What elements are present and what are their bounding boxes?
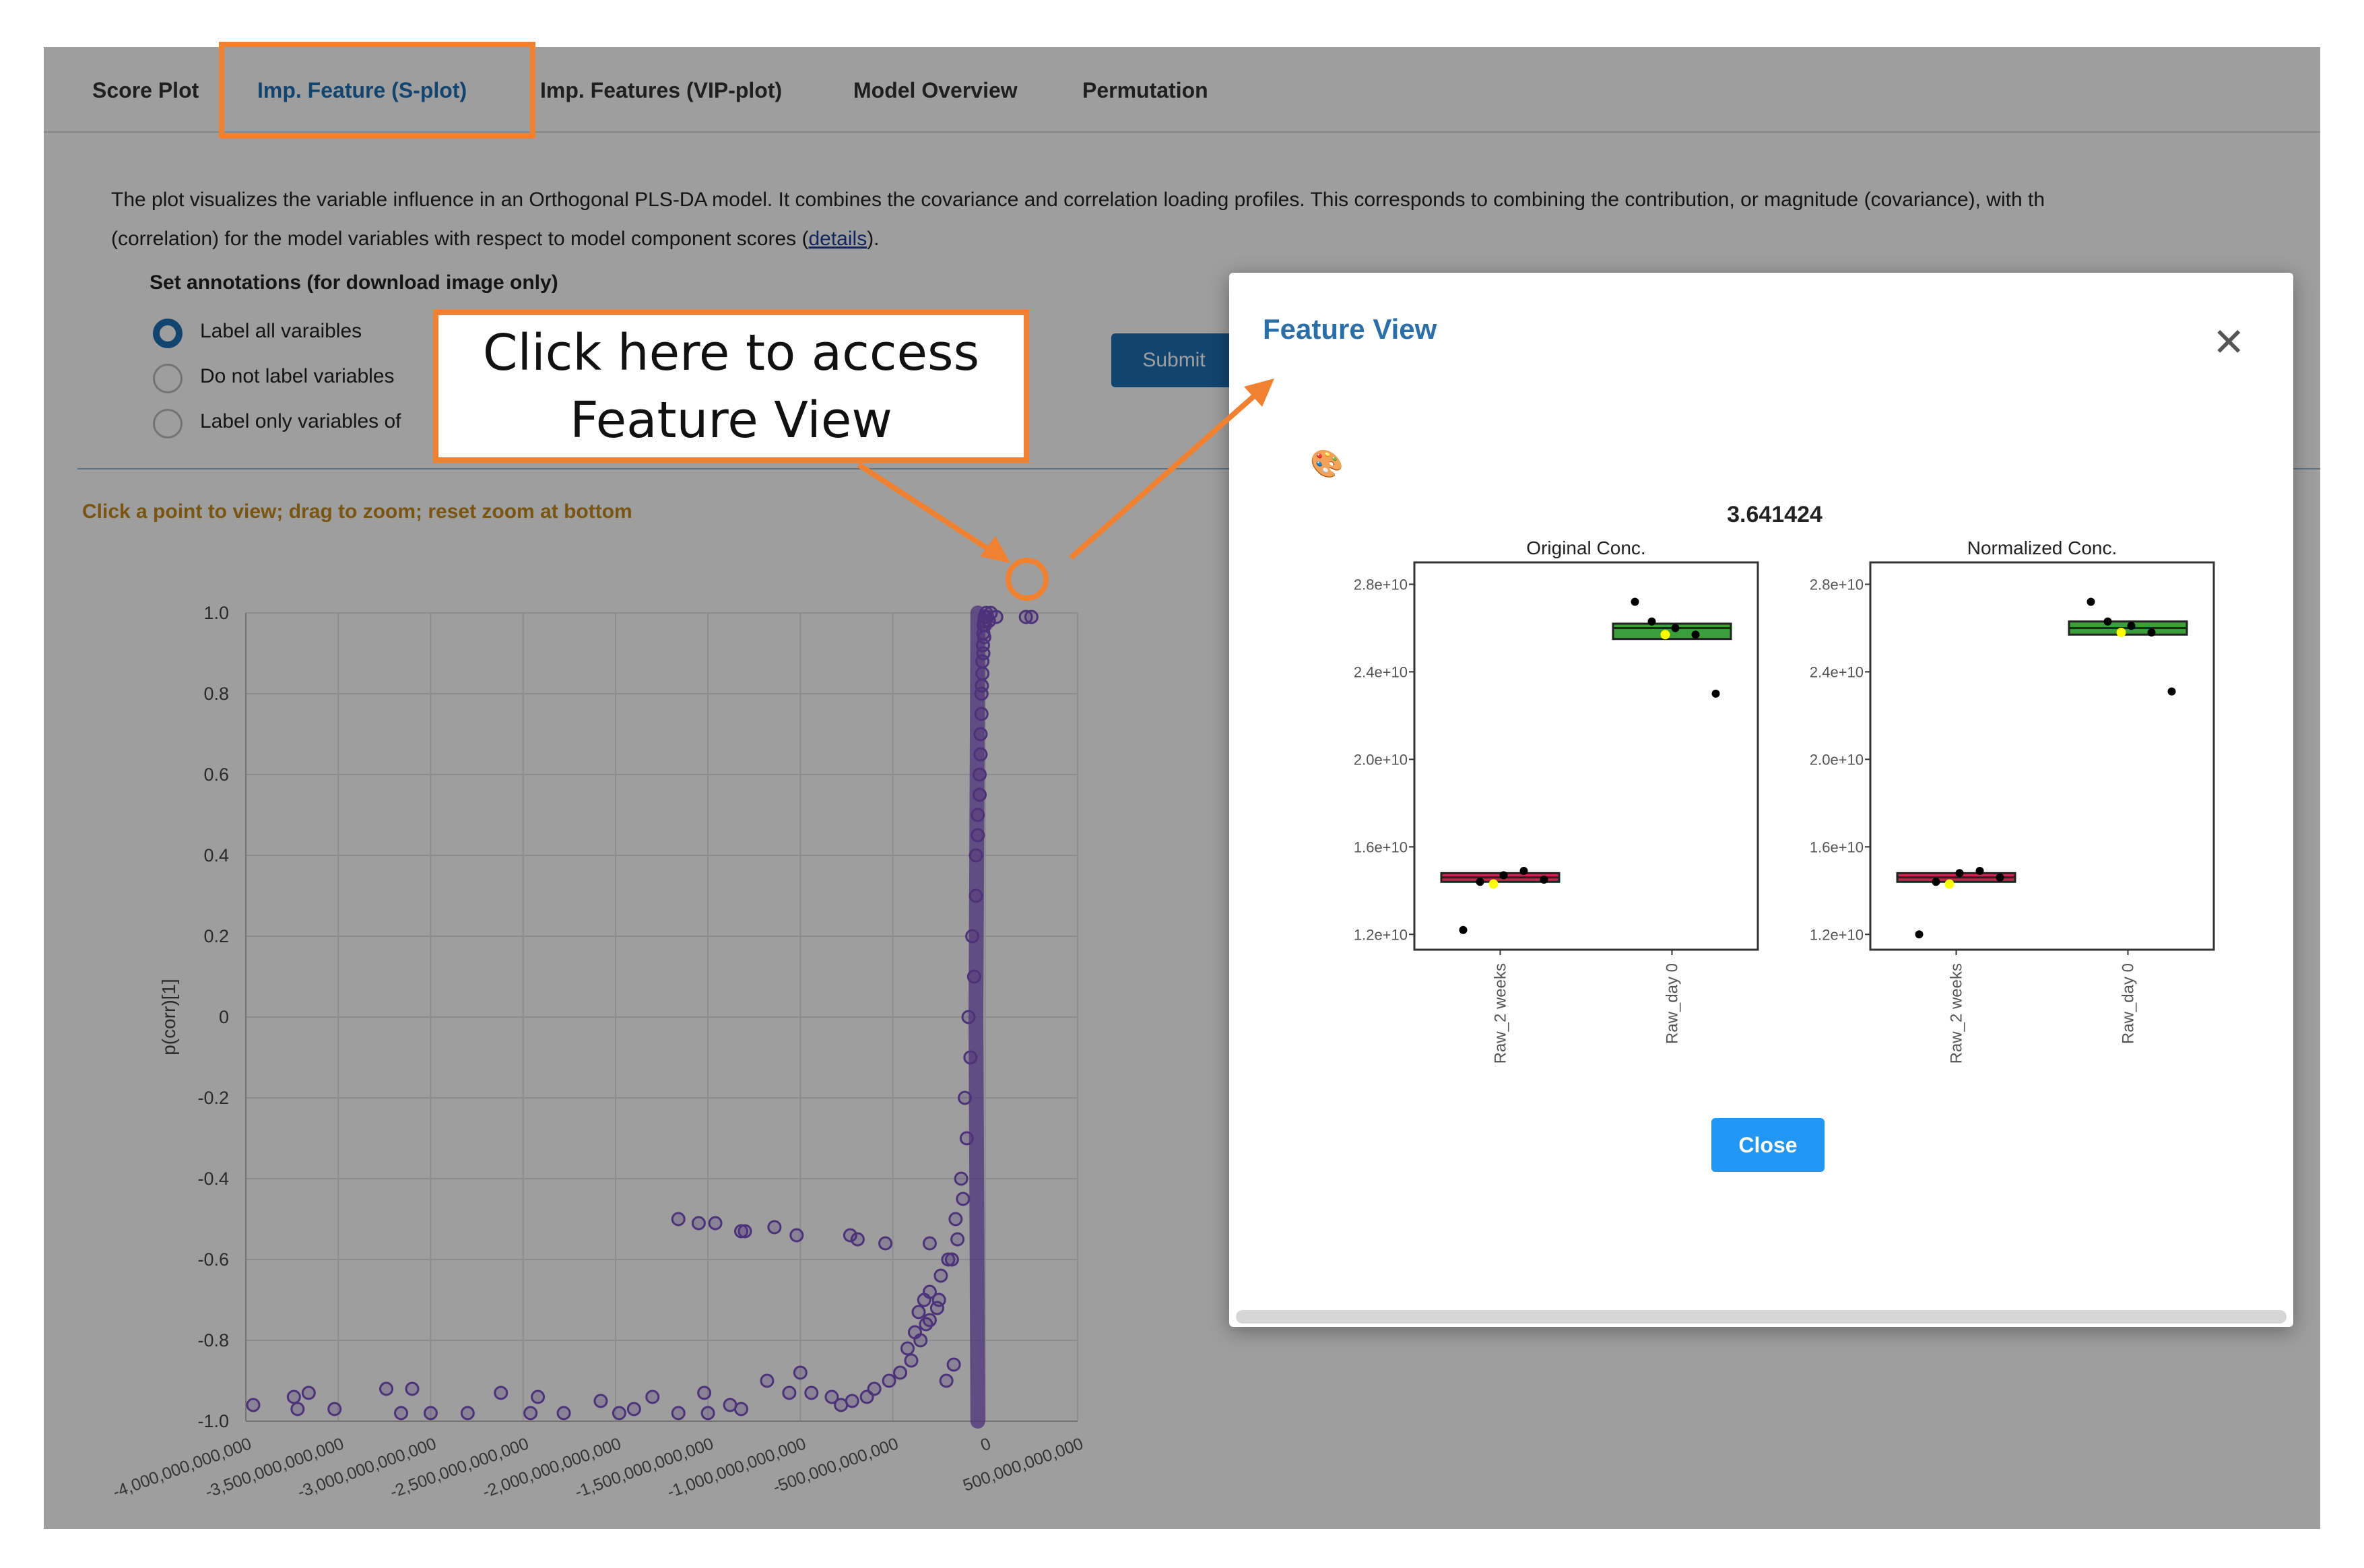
annotation-overlay (219, 42, 1274, 601)
point-highlight-circle (1006, 558, 1049, 601)
tab-highlight-box (219, 42, 535, 139)
callout-box: Click here to access Feature View (433, 310, 1029, 463)
modal-arrow-line (1069, 394, 1256, 560)
callout-arrow-line (857, 462, 997, 556)
